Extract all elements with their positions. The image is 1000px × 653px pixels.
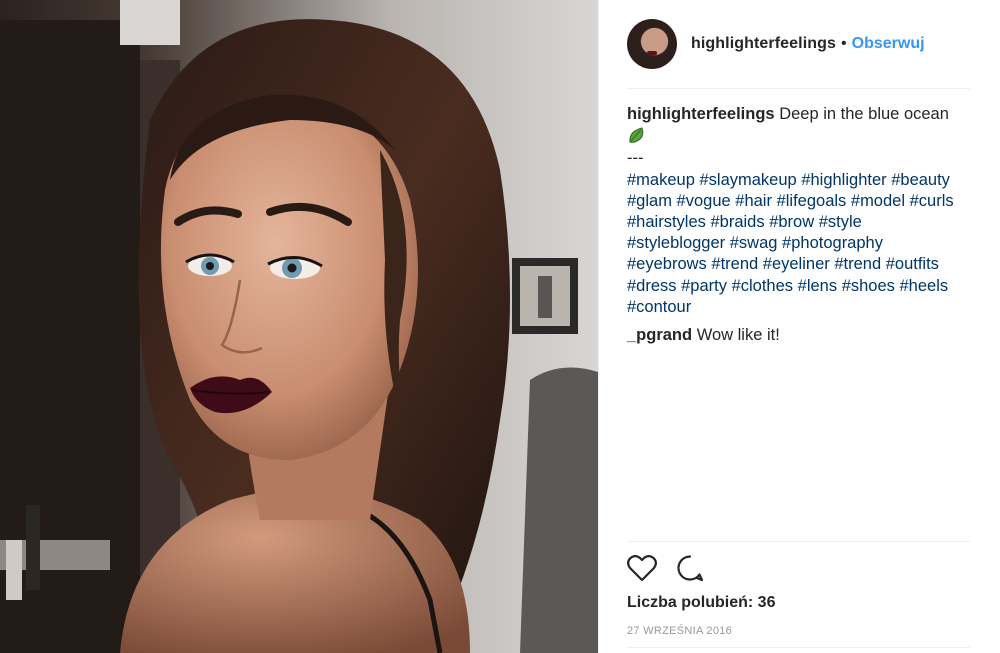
comment-icon [677, 555, 704, 582]
hashtag[interactable]: #brow [769, 213, 814, 231]
caption-text: Deep in the blue ocean [779, 105, 949, 123]
header-divider [627, 88, 970, 89]
leaf-icon [629, 127, 644, 144]
hashtag[interactable]: #styleblogger [627, 234, 725, 252]
hashtag[interactable]: #curls [910, 192, 954, 210]
likes-count[interactable]: Liczba polubień: 36 [627, 594, 775, 612]
hashtag[interactable]: #makeup [627, 171, 695, 189]
hashtag[interactable]: #eyebrows [627, 255, 707, 273]
caption-username[interactable]: highlighterfeelings [627, 105, 775, 123]
post-side-panel: highlighterfeelings • Obserwuj highlight… [598, 0, 1000, 653]
like-button[interactable] [627, 553, 657, 583]
hashtag[interactable]: #highlighter [801, 171, 886, 189]
footer-divider [627, 647, 970, 648]
hashtag[interactable]: #style [819, 213, 862, 231]
hashtag[interactable]: #lens [798, 277, 837, 295]
separator-dot: • [841, 35, 847, 52]
hashtag[interactable]: #outfits [886, 255, 939, 273]
hashtag[interactable]: #model [851, 192, 905, 210]
post-header: highlighterfeelings • Obserwuj [627, 18, 925, 70]
post-image [0, 0, 598, 653]
actions-divider [627, 541, 970, 542]
hashtag[interactable]: #hairstyles [627, 213, 706, 231]
hashtag[interactable]: #glam [627, 192, 672, 210]
caption: highlighterfeelings Deep in the blue oce… [627, 104, 972, 318]
hashtag[interactable]: #hair [735, 192, 772, 210]
hashtag[interactable]: #lifegoals [777, 192, 847, 210]
hashtag[interactable]: #braids [710, 213, 764, 231]
hashtag[interactable]: #party [681, 277, 727, 295]
hashtag[interactable]: #shoes [842, 277, 895, 295]
caption-dash: --- [627, 149, 644, 168]
comment: _pgrand Wow like it! [627, 325, 972, 346]
hashtag[interactable]: #clothes [732, 277, 793, 295]
hashtag[interactable]: #eyeliner [763, 255, 830, 273]
hashtag[interactable]: #swag [730, 234, 778, 252]
hashtag[interactable]: #contour [627, 298, 691, 316]
heart-icon [627, 555, 657, 582]
hashtag-list: #makeup #slaymakeup #highlighter #beauty… [627, 170, 972, 318]
comments-section: highlighterfeelings Deep in the blue oce… [627, 104, 972, 346]
avatar[interactable] [627, 19, 677, 69]
follow-button[interactable]: Obserwuj [852, 35, 925, 53]
post-date[interactable]: 27 września 2016 [627, 625, 732, 637]
hashtag[interactable]: #trend [711, 255, 758, 273]
action-bar [627, 553, 723, 583]
hashtag[interactable]: #heels [900, 277, 949, 295]
hashtag[interactable]: #photography [782, 234, 883, 252]
post-photo[interactable] [0, 0, 598, 653]
hashtag[interactable]: #slaymakeup [699, 171, 796, 189]
comment-username[interactable]: _pgrand [627, 326, 692, 344]
header-username[interactable]: highlighterfeelings [691, 35, 836, 53]
hashtag[interactable]: #beauty [891, 171, 950, 189]
hashtag[interactable]: #vogue [677, 192, 731, 210]
comment-button[interactable] [675, 553, 705, 583]
hashtag[interactable]: #trend [834, 255, 881, 273]
hashtag[interactable]: #dress [627, 277, 677, 295]
comment-text: Wow like it! [696, 326, 780, 345]
